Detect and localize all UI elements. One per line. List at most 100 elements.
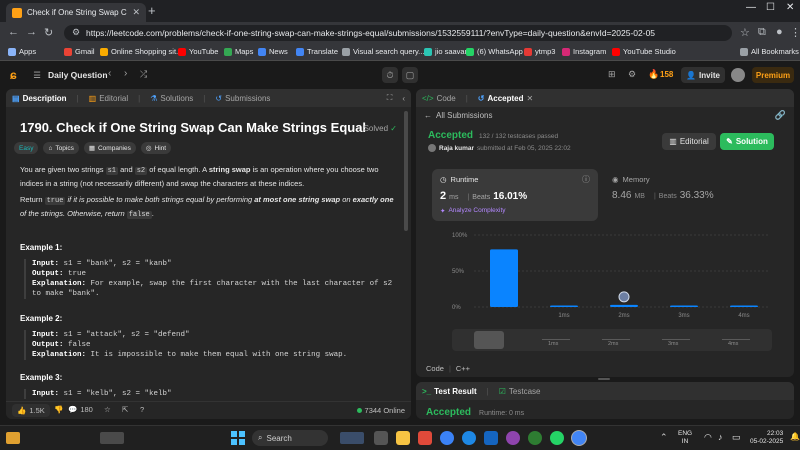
- browser-tab[interactable]: Check if One String Swap Can M ✕: [6, 3, 146, 22]
- bookmark-item[interactable]: YouTube: [178, 47, 218, 56]
- dislike-icon[interactable]: 👎: [54, 405, 63, 414]
- memory-card[interactable]: ◉ Memory 8.46 MB | Beats 36.33%: [604, 169, 770, 221]
- bookmark-item[interactable]: ytmp3: [524, 47, 555, 56]
- tab-editorial[interactable]: ▥ Editorial: [89, 94, 128, 103]
- search-highlight-icon[interactable]: [340, 432, 364, 444]
- new-tab-icon[interactable]: +: [148, 3, 156, 18]
- minimize-icon[interactable]: —: [746, 2, 756, 13]
- fullscreen-icon[interactable]: ⛶: [387, 93, 393, 103]
- reload-icon[interactable]: ↻: [44, 26, 53, 39]
- chrome-icon[interactable]: [440, 431, 454, 445]
- daily-question-link[interactable]: Daily Question: [48, 70, 108, 80]
- bar[interactable]: [670, 305, 698, 308]
- bookmark-item[interactable]: Gmail: [64, 47, 95, 56]
- taskbar-search[interactable]: ⌕ Search: [252, 430, 328, 446]
- site-info-icon[interactable]: ⚙: [72, 27, 80, 38]
- streak-fire-icon[interactable]: 🔥: [648, 69, 659, 80]
- distribution-range-strip[interactable]: 1ms 2ms 3ms 4ms: [452, 329, 772, 351]
- comments-button[interactable]: 💬 180: [68, 405, 93, 414]
- tab-accepted[interactable]: ↺ Accepted ✕: [478, 94, 533, 103]
- tab-solutions[interactable]: ⚗ Solutions: [150, 94, 193, 103]
- notification-icon[interactable]: 🔔: [790, 432, 800, 441]
- tab-submissions[interactable]: ↺ Submissions: [215, 94, 270, 103]
- layout-icon[interactable]: ⊞: [608, 69, 616, 80]
- my-submission-marker[interactable]: [618, 291, 630, 303]
- analyze-complexity-link[interactable]: ✦ Analyze Complexity: [440, 207, 506, 215]
- profile-icon[interactable]: ●: [776, 26, 783, 38]
- word-icon[interactable]: [484, 431, 498, 445]
- topics-chip[interactable]: ⌂ Topics: [43, 142, 79, 154]
- panel-resize-handle[interactable]: [598, 378, 610, 380]
- bookmark-item[interactable]: YouTube Studio: [612, 47, 676, 56]
- difficulty-badge[interactable]: Easy: [14, 142, 39, 154]
- editorial-button[interactable]: ▥ Editorial: [662, 133, 716, 150]
- bookmark-star-icon[interactable]: ☆: [740, 26, 750, 39]
- leetcode-logo-icon[interactable]: ɕ: [10, 68, 22, 82]
- language-indicator[interactable]: ENG IN: [678, 430, 692, 446]
- windows-start-icon[interactable]: [231, 431, 245, 445]
- like-button[interactable]: 👍 1.5K: [12, 404, 50, 417]
- bookmark-item[interactable]: Maps: [224, 47, 253, 56]
- collapse-panel-icon[interactable]: ‹: [402, 94, 405, 103]
- timer-icon[interactable]: ⏱: [382, 67, 398, 83]
- tab-code[interactable]: </> Code: [422, 94, 456, 103]
- weather-widget-icon[interactable]: [6, 432, 20, 444]
- shuffle-icon[interactable]: ⤮: [140, 69, 147, 80]
- back-icon[interactable]: ←: [8, 26, 19, 38]
- bookmark-item[interactable]: Visual search query...: [342, 47, 424, 56]
- prev-problem-icon[interactable]: ‹: [108, 68, 111, 79]
- bookmark-item[interactable]: jio saavan: [424, 47, 469, 56]
- bookmark-item[interactable]: Online Shopping sit...: [100, 47, 182, 56]
- next-problem-icon[interactable]: ›: [124, 68, 127, 79]
- all-bookmarks[interactable]: All Bookmarks: [740, 47, 799, 56]
- help-icon[interactable]: ?: [140, 405, 144, 414]
- menu-icon[interactable]: ⋮: [790, 26, 800, 39]
- file-explorer-icon[interactable]: [396, 431, 410, 445]
- settings-gear-icon[interactable]: ⚙: [628, 69, 636, 80]
- hint-chip[interactable]: ◎ Hint: [140, 142, 172, 154]
- tab-testcase[interactable]: ☑ Testcase: [499, 387, 541, 396]
- bookmark-item[interactable]: News: [258, 47, 288, 56]
- instagram-app-icon[interactable]: [506, 431, 520, 445]
- clock[interactable]: 22:03 05-02-2025: [750, 430, 783, 446]
- bookmark-item[interactable]: Apps: [8, 47, 36, 56]
- tab-description[interactable]: ▤ Description: [12, 94, 67, 103]
- solution-button[interactable]: ✎ Solution: [720, 133, 774, 150]
- bar[interactable]: [490, 249, 518, 307]
- bookmark-item[interactable]: Instagram: [562, 47, 606, 56]
- bookmark-item[interactable]: (6) WhatsApp: [466, 47, 523, 56]
- close-tab-icon[interactable]: ✕: [132, 7, 140, 18]
- store-icon[interactable]: [418, 431, 432, 445]
- premium-button[interactable]: Premium: [752, 67, 794, 83]
- bar[interactable]: [550, 305, 578, 308]
- widget-thumbnail-icon[interactable]: [100, 432, 124, 444]
- range-selector-handle[interactable]: [474, 331, 504, 349]
- all-submissions-link[interactable]: ← All Submissions: [424, 111, 492, 120]
- address-bar[interactable]: ⚙ https://leetcode.com/problems/check-if…: [64, 25, 732, 41]
- runtime-card[interactable]: ◷ Runtime ⓘ 2 ms | Beats 16.01% ✦ Analyz…: [432, 169, 598, 221]
- wifi-icon[interactable]: ◠: [704, 432, 712, 443]
- tray-chevron-icon[interactable]: ⌃: [660, 432, 668, 443]
- whatsapp-icon[interactable]: [550, 431, 564, 445]
- notes-icon[interactable]: ▢: [402, 67, 418, 83]
- close-tab-icon[interactable]: ✕: [527, 94, 534, 103]
- tab-test-result[interactable]: >_ Test Result: [422, 387, 477, 396]
- task-view-icon[interactable]: [374, 431, 388, 445]
- problem-list-icon[interactable]: ☰: [30, 67, 44, 83]
- battery-icon[interactable]: ▭: [732, 432, 741, 443]
- maximize-icon[interactable]: ☐: [766, 2, 775, 13]
- close-window-icon[interactable]: ✕: [786, 2, 794, 13]
- user-name[interactable]: Raja kumar: [439, 145, 474, 152]
- scrollbar[interactable]: [404, 111, 408, 231]
- bar[interactable]: [730, 305, 758, 308]
- companies-chip[interactable]: ▦ Companies: [83, 142, 136, 154]
- info-icon[interactable]: ⓘ: [582, 174, 590, 185]
- forward-icon[interactable]: →: [26, 26, 37, 38]
- invite-button[interactable]: 👤 Invite: [681, 67, 725, 83]
- bookmark-item[interactable]: Translate: [296, 47, 338, 56]
- volume-icon[interactable]: ♪: [718, 432, 723, 442]
- extensions-icon[interactable]: ⧉: [758, 26, 766, 39]
- avatar[interactable]: [731, 68, 745, 82]
- xbox-icon[interactable]: [528, 431, 542, 445]
- chrome-active-icon[interactable]: [572, 431, 586, 445]
